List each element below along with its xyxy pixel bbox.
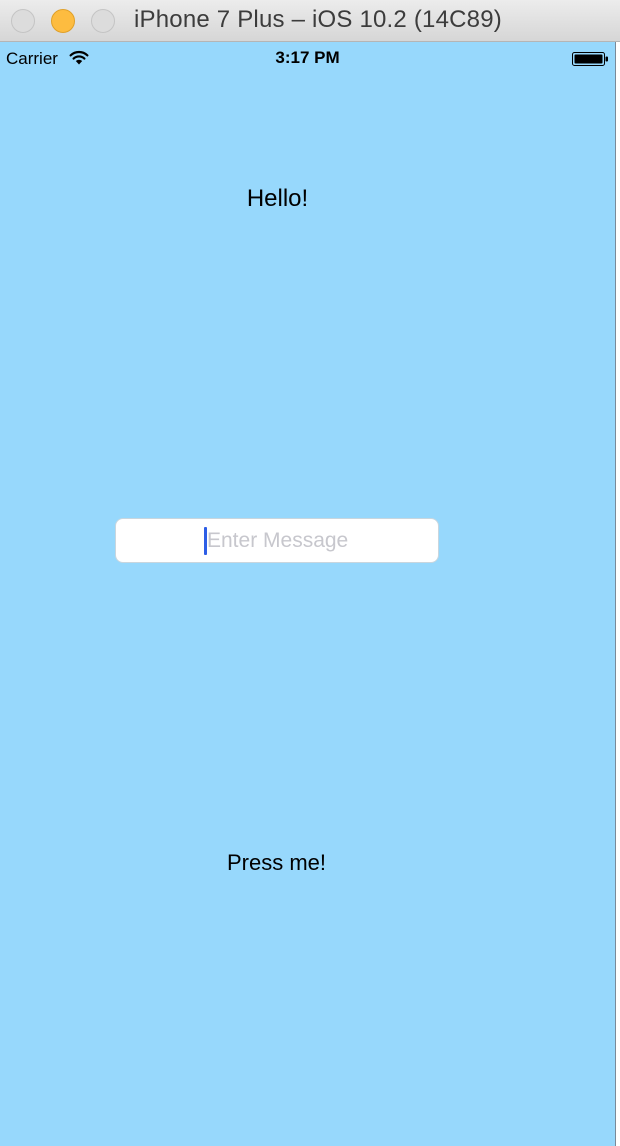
hello-label: Hello! <box>246 185 309 212</box>
window-zoom-button[interactable] <box>91 9 115 33</box>
status-bar: Carrier 3:17 PM <box>0 42 615 72</box>
simulator-title-bar: iPhone 7 Plus – iOS 10.2 (14C89) <box>0 0 620 42</box>
status-time: 3:17 PM <box>275 48 340 67</box>
window-right-edge <box>615 42 620 1146</box>
window-title: iPhone 7 Plus – iOS 10.2 (14C89) <box>134 6 502 33</box>
window-close-button[interactable] <box>11 9 35 33</box>
phone-screen: Carrier 3:17 PM Hello! Enter Message Pre… <box>0 42 615 1146</box>
window-minimize-button[interactable] <box>51 9 75 33</box>
battery-icon <box>572 52 608 66</box>
message-text-field[interactable]: Enter Message <box>115 518 439 563</box>
message-placeholder: Enter Message <box>207 529 349 552</box>
press-me-button[interactable]: Press me! <box>0 850 553 876</box>
